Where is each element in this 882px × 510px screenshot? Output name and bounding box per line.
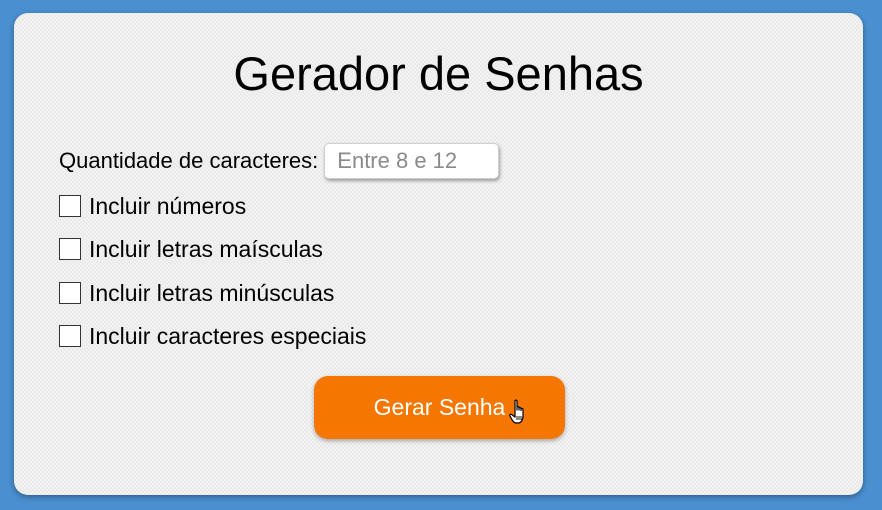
- quantity-input[interactable]: [324, 143, 500, 179]
- uppercase-checkbox[interactable]: [59, 238, 81, 260]
- special-label: Incluir caracteres especiais: [89, 322, 367, 349]
- uppercase-label: Incluir letras maísculas: [89, 235, 323, 262]
- option-uppercase[interactable]: Incluir letras maísculas: [59, 236, 323, 262]
- option-numbers[interactable]: Incluir números: [59, 193, 246, 219]
- lowercase-label: Incluir letras minúsculas: [89, 279, 335, 306]
- lowercase-checkbox[interactable]: [59, 282, 81, 304]
- numbers-label: Incluir números: [89, 192, 247, 219]
- special-checkbox[interactable]: [59, 325, 81, 347]
- numbers-checkbox[interactable]: [59, 195, 81, 217]
- generator-card: Gerador de Senhas Quantidade de caracter…: [14, 13, 863, 495]
- page-title: Gerador de Senhas: [233, 47, 644, 100]
- quantity-row: Quantidade de caracteres:: [59, 143, 500, 179]
- option-lowercase[interactable]: Incluir letras minúsculas: [59, 280, 334, 306]
- option-special[interactable]: Incluir caracteres especiais: [59, 323, 366, 349]
- quantity-label: Quantidade de caracteres:: [59, 148, 319, 173]
- hand-pointer-icon: [509, 399, 524, 424]
